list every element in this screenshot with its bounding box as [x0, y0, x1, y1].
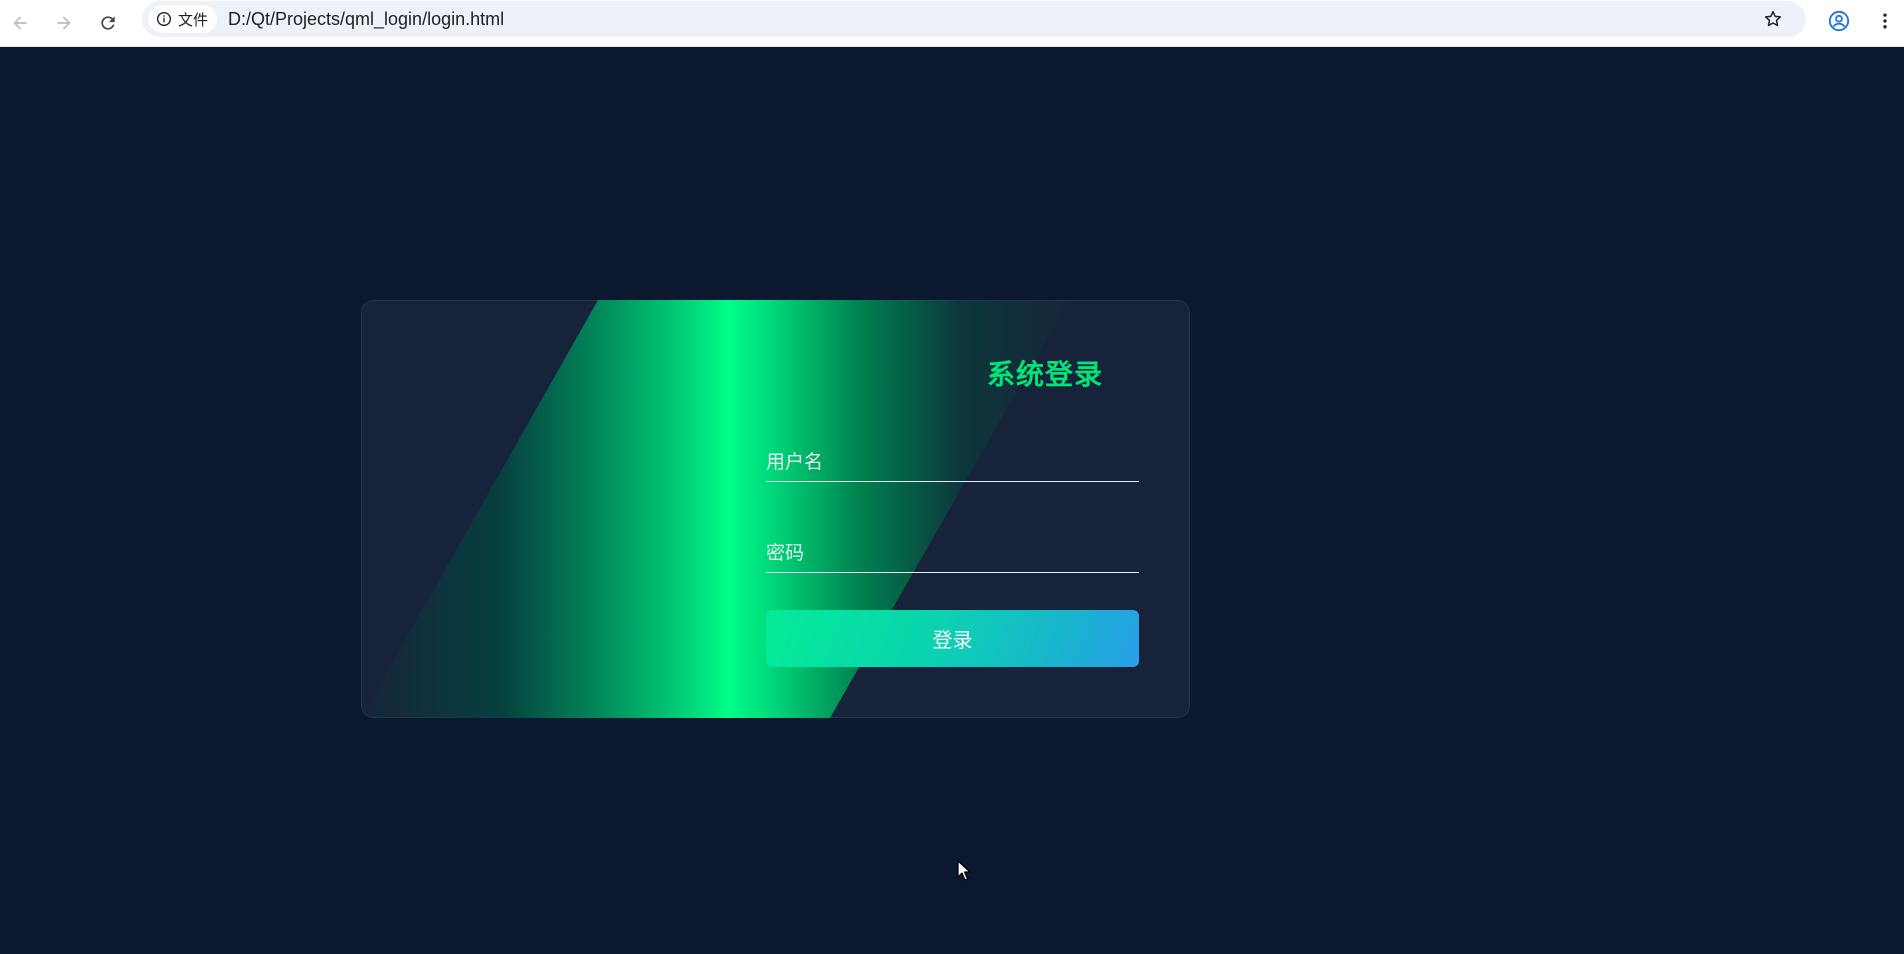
login-title: 系统登录	[986, 358, 1103, 391]
url-text[interactable]: D:/Qt/Projects/qml_login/login.html	[228, 9, 504, 30]
browser-menu-button[interactable]	[1870, 4, 1900, 38]
password-input[interactable]	[766, 525, 1139, 572]
site-info-chip[interactable]: 文件	[148, 5, 218, 33]
address-bar[interactable]: 文件 D:/Qt/Projects/qml_login/login.html	[142, 1, 1806, 37]
profile-icon	[1828, 10, 1850, 32]
username-input[interactable]	[766, 434, 1139, 481]
reload-icon	[101, 16, 115, 30]
login-button[interactable]: 登录	[766, 610, 1139, 667]
bookmark-button[interactable]	[1758, 4, 1788, 34]
browser-toolbar: 文件 D:/Qt/Projects/qml_login/login.html	[0, 0, 1904, 47]
password-field[interactable]	[766, 525, 1139, 573]
star-icon	[1765, 10, 1781, 27]
forward-button[interactable]	[46, 5, 82, 41]
username-field[interactable]	[766, 434, 1139, 482]
back-button[interactable]	[2, 5, 38, 41]
kebab-menu-icon	[1883, 13, 1887, 29]
mouse-cursor-icon	[957, 860, 971, 881]
site-chip-label: 文件	[178, 10, 209, 29]
arrow-right-icon	[57, 16, 71, 30]
profile-button[interactable]	[1822, 4, 1856, 38]
arrow-left-icon	[13, 16, 27, 30]
reload-button[interactable]	[90, 5, 126, 41]
info-icon	[157, 12, 171, 26]
